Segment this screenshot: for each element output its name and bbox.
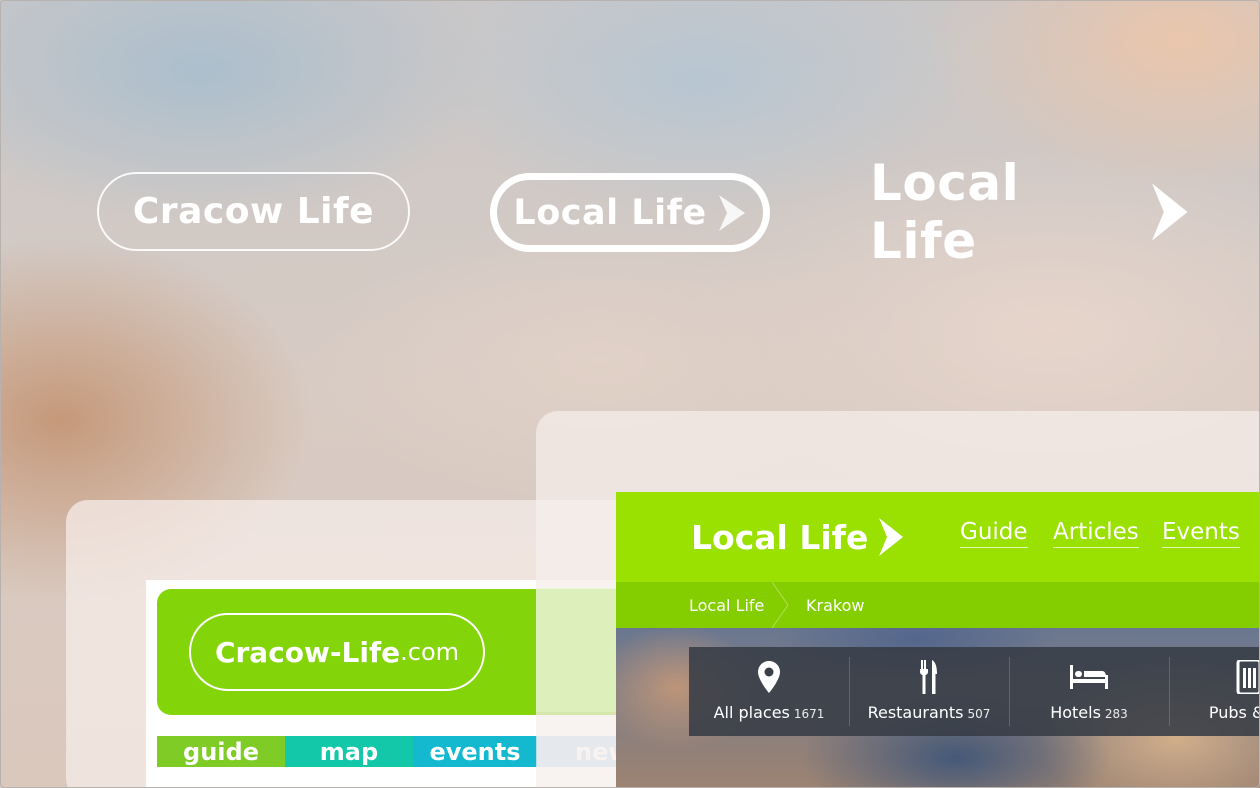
chevron-right-icon <box>718 194 745 231</box>
breadcrumb-item-local-life[interactable]: Local Life <box>689 596 764 615</box>
beer-icon <box>1236 659 1260 695</box>
nav-link-events[interactable]: Events <box>1162 519 1240 548</box>
category-count: 507 <box>967 707 991 721</box>
category-hotels[interactable]: Hotels 283 <box>1009 647 1169 736</box>
nav-link-articles[interactable]: Articles <box>1053 519 1139 548</box>
category-pubs-clubs[interactable]: Pubs & Cl <box>1169 647 1260 736</box>
cracow-life-pill-logo: Cracow Life <box>97 172 410 251</box>
category-label: Restaurants <box>867 703 964 722</box>
map-pin-icon <box>758 659 780 695</box>
category-count: 1671 <box>793 707 825 721</box>
category-label: All places <box>713 703 790 722</box>
category-count: 283 <box>1104 707 1128 721</box>
old-site-logo[interactable]: Cracow-Life .com <box>189 613 485 691</box>
chevron-right-icon <box>1152 183 1189 241</box>
category-restaurants[interactable]: Restaurants 507 <box>849 647 1009 736</box>
category-all-places[interactable]: All places 1671 <box>689 647 849 736</box>
local-life-plain-logo-text: Local Life <box>870 154 1020 270</box>
local-life-pill-logo: Local Life <box>490 173 770 252</box>
new-logo-text: Local Life <box>691 517 869 557</box>
chevron-right-icon <box>879 518 904 556</box>
old-logo-suffix: .com <box>400 638 460 666</box>
breadcrumb-separator-icon <box>772 582 789 628</box>
category-label: Hotels <box>1050 703 1101 722</box>
category-label: Pubs & Cl <box>1208 703 1260 722</box>
local-life-plain-logo: Local Life <box>870 154 1190 270</box>
old-nav-map[interactable]: map <box>285 736 413 767</box>
fork-knife-icon <box>919 659 939 695</box>
breadcrumb-item-krakow[interactable]: Krakow <box>806 596 864 615</box>
local-life-pill-logo-text: Local Life <box>513 192 707 233</box>
old-nav-events[interactable]: events <box>413 736 537 767</box>
cracow-life-logo-text: Cracow Life <box>132 191 375 232</box>
bed-icon <box>1070 659 1108 695</box>
category-bar: All places 1671 Restaurants 507 Hotels 283 … <box>689 647 1260 736</box>
old-nav-guide[interactable]: guide <box>157 736 285 767</box>
nav-link-guide[interactable]: Guide <box>960 519 1028 548</box>
old-logo-main: Cracow-Life <box>214 635 401 669</box>
new-site-logo[interactable]: Local Life <box>691 517 904 557</box>
